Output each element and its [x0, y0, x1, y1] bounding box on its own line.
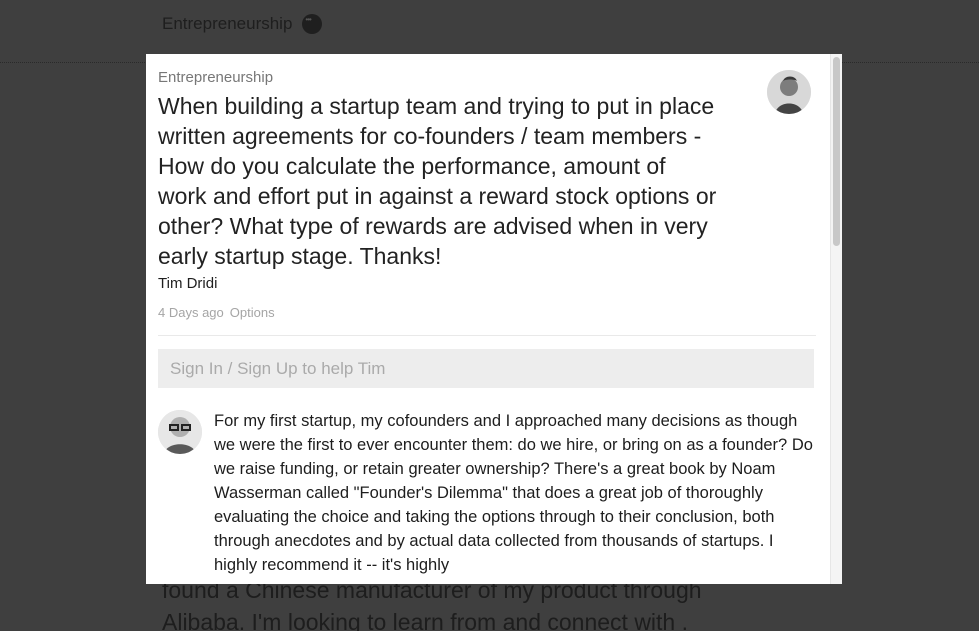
background-topic-title: Entrepreneurship	[162, 14, 293, 33]
question-meta: 4 Days ago Options	[158, 305, 818, 320]
background-topic-header: Entrepreneurship	[162, 14, 323, 34]
question-author[interactable]: Tim Dridi	[158, 275, 818, 293]
question-topic[interactable]: Entrepreneurship	[158, 68, 818, 88]
question-timestamp: 4 Days ago	[158, 305, 224, 320]
modal-scrollbar[interactable]	[830, 54, 842, 584]
section-divider	[158, 335, 816, 336]
more-icon[interactable]	[302, 14, 323, 34]
answerer-avatar[interactable]	[158, 410, 202, 454]
signin-prompt-button[interactable]: Sign In / Sign Up to help Tim	[158, 349, 814, 388]
question-modal: Entrepreneurship When building a startup…	[146, 54, 842, 584]
page: Entrepreneurship found a Chinese manufac…	[0, 0, 979, 631]
scrollbar-thumb[interactable]	[833, 57, 840, 246]
question-title: When building a startup team and trying …	[158, 93, 717, 269]
question-options-link[interactable]: Options	[230, 305, 275, 320]
answer-text: For my first startup, my cofounders and …	[214, 412, 813, 574]
modal-content: Entrepreneurship When building a startup…	[158, 68, 818, 577]
answer-item: For my first startup, my cofounders and …	[158, 410, 818, 577]
